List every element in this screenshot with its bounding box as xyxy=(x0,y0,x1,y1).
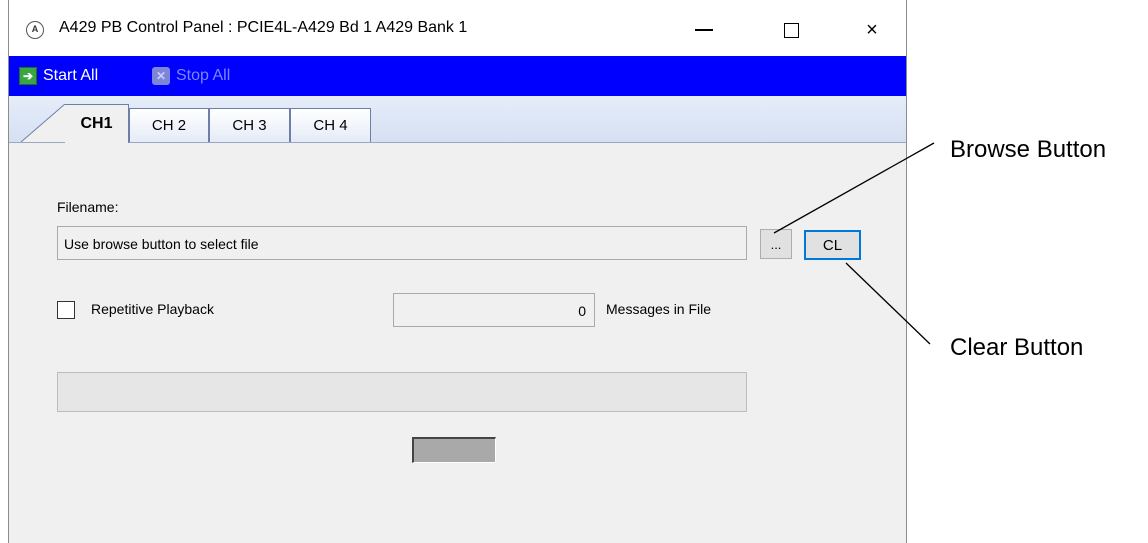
clear-button-annotation: Clear Button xyxy=(950,334,1084,361)
browse-callout-line xyxy=(773,142,935,234)
browse-button-annotation: Browse Button xyxy=(950,136,1107,163)
clear-callout-line xyxy=(845,262,931,345)
callout-lines xyxy=(773,142,935,345)
